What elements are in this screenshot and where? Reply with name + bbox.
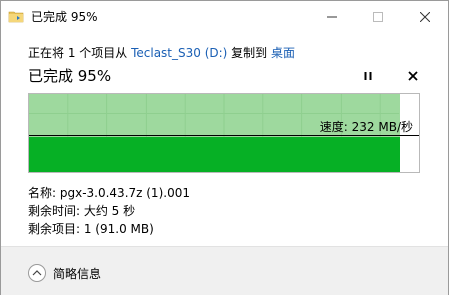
folder-copy-icon bbox=[8, 11, 24, 23]
title-bar[interactable]: 已完成 95% bbox=[1, 1, 448, 32]
time-remaining: 剩余时间: 大约 5 秒 bbox=[28, 204, 136, 218]
transfer-speed-area bbox=[29, 136, 400, 172]
close-window-button[interactable] bbox=[402, 1, 448, 32]
pause-icon[interactable] bbox=[361, 69, 375, 83]
copy-prefix: 正在将 1 个项目从 bbox=[28, 46, 132, 60]
progress-heading: 已完成 95% bbox=[28, 67, 112, 85]
fewer-details-button[interactable] bbox=[28, 264, 46, 282]
source-link[interactable]: Teclast_S30 (D:) bbox=[131, 46, 227, 60]
cancel-copy-icon[interactable] bbox=[406, 69, 420, 83]
items-remaining: 剩余项目: 1 (91.0 MB) bbox=[28, 222, 154, 236]
speed-label: 速度: 232 MB/秒 bbox=[319, 120, 413, 134]
minimize-icon bbox=[327, 16, 337, 17]
maximize-icon bbox=[373, 11, 383, 22]
fewer-details-label[interactable]: 简略信息 bbox=[53, 265, 101, 282]
chevron-up-icon bbox=[32, 270, 42, 276]
copy-description: 正在将 1 个项目从 Teclast_S30 (D:) 复制到 桌面 bbox=[28, 44, 295, 61]
destination-link[interactable]: 桌面 bbox=[271, 46, 295, 60]
footer-bar: 简略信息 bbox=[1, 246, 448, 295]
minimize-button[interactable] bbox=[309, 1, 355, 32]
maximize-button[interactable] bbox=[355, 1, 401, 32]
copy-dialog: 已完成 95% 正在将 1 个项目从 Teclast_S30 (D:) 复制到 … bbox=[0, 0, 449, 295]
file-name: 名称: pgx-3.0.43.7z (1).001 bbox=[28, 186, 190, 200]
speed-line bbox=[29, 135, 419, 136]
copy-middle: 复制到 bbox=[227, 46, 271, 60]
details-panel: 名称: pgx-3.0.43.7z (1).001 剩余时间: 大约 5 秒 剩… bbox=[28, 184, 190, 238]
progress-graph: 速度: 232 MB/秒 bbox=[28, 93, 420, 173]
window-title: 已完成 95% bbox=[31, 10, 98, 24]
close-icon bbox=[420, 11, 430, 22]
